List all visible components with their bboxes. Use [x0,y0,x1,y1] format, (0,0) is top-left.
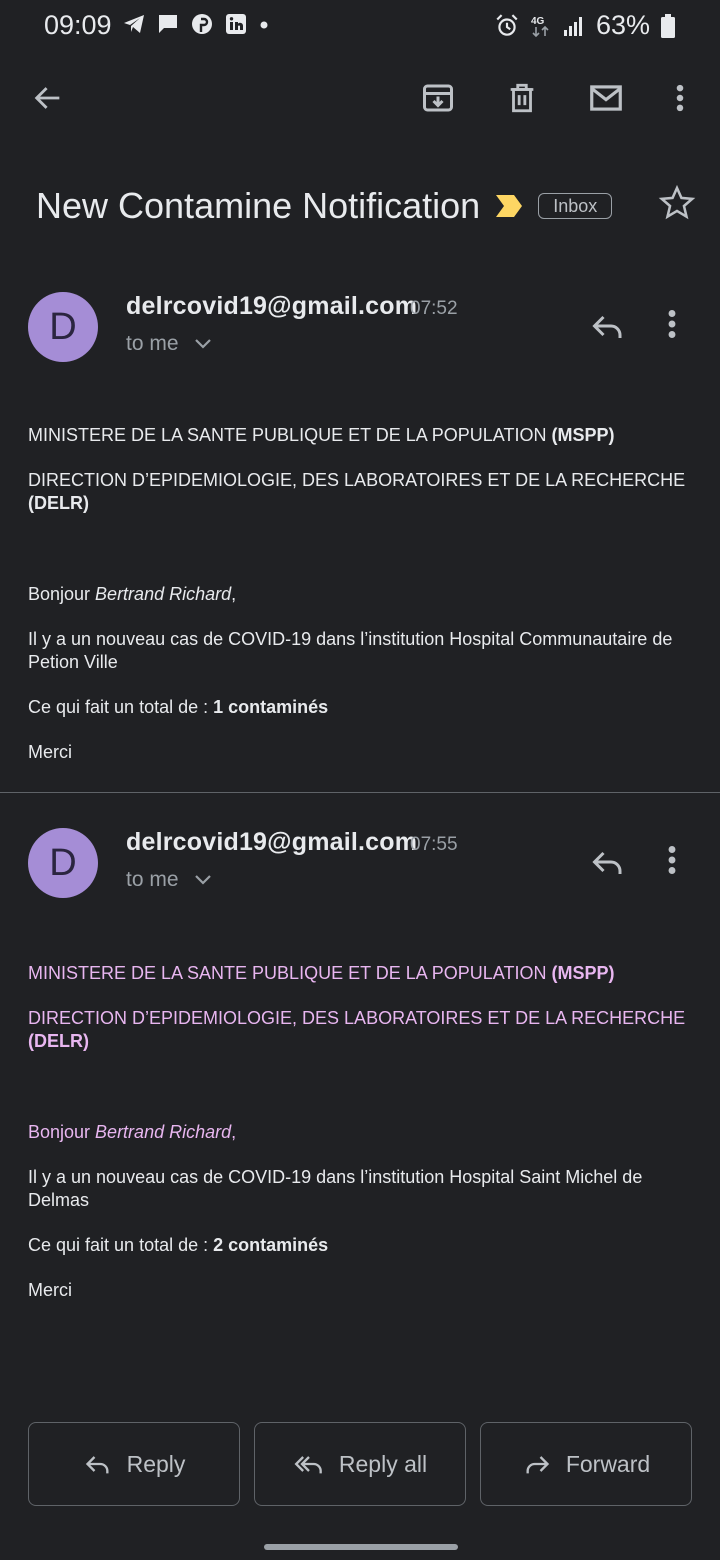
message-body: MINISTERE DE LA SANTE PUBLIQUE ET DE LA … [28,962,692,1302]
signal-icon [563,16,582,36]
status-bar: 09:09 4G 63% [0,0,720,56]
more-vert-icon [668,310,676,338]
recipient-toggle[interactable]: to me [126,332,213,356]
toolbar [0,70,720,134]
status-time: 09:09 [44,10,112,40]
reply-icon [85,1456,109,1474]
message-more-button[interactable] [666,306,678,347]
subject-row: New Contamine Notification Inbox [36,176,696,236]
message-time: 07:55 [410,834,458,855]
chevron-down-icon [194,339,211,349]
sender-email: delrcovid19@gmail.com [126,292,418,320]
sender-email: delrcovid19@gmail.com [126,828,418,856]
forward-icon [526,1456,549,1474]
greeting-line: Bonjour Bertrand Richard, [28,1122,237,1142]
pinterest-icon [192,14,212,34]
recipient-text: to me [126,332,179,355]
recipient-toggle[interactable]: to me [126,868,213,892]
message-divider [0,792,720,793]
message-time: 07:52 [410,298,458,319]
chat-icon [159,15,177,33]
direction-line: DIRECTION D’EPIDEMIOLOGIE, DES LABORATOI… [28,1008,686,1051]
alarm-icon [496,13,518,36]
reply-button[interactable] [588,308,628,349]
reply-all-icon [294,1456,322,1474]
battery-percent: 63% [595,10,650,40]
archive-icon [423,84,453,112]
reply-button[interactable] [588,844,628,885]
case-line: Il y a un nouveau cas de COVID-19 dans l… [28,1167,643,1210]
reply-all-button[interactable]: Reply all [254,1422,466,1506]
total-line: Ce qui fait un total de : 2 contaminés [28,1235,329,1255]
ministry-line: MINISTERE DE LA SANTE PUBLIQUE ET DE LA … [28,963,615,983]
forward-button[interactable]: Forward [480,1422,692,1506]
avatar[interactable]: D [28,292,98,362]
message-header[interactable]: D delrcovid19@gmail.com 07:52 to me [0,292,720,382]
case-line: Il y a un nouveau cas de COVID-19 dans l… [28,629,673,672]
svg-text:4G: 4G [531,16,545,27]
reply-icon [592,851,622,874]
direction-line: DIRECTION D’EPIDEMIOLOGIE, DES LABORATOI… [28,470,686,513]
importance-marker-icon[interactable] [494,193,524,219]
star-icon [658,184,696,220]
star-button[interactable] [658,184,696,227]
action-bar: Reply Reply all Forward [28,1422,692,1508]
closing-line: Merci [28,1280,72,1300]
more-vert-icon [676,84,684,112]
telegram-icon [124,15,144,33]
total-line: Ce qui fait un total de : 1 contaminés [28,697,329,717]
back-button[interactable] [20,70,76,126]
system-icons: 4G 63% [494,10,676,41]
message-more-button[interactable] [666,842,678,883]
message-body: MINISTERE DE LA SANTE PUBLIQUE ET DE LA … [28,424,692,764]
dot-icon [260,21,268,29]
delete-button[interactable] [494,70,550,126]
battery-icon [661,13,675,38]
recipient-text: to me [126,868,179,891]
notification-icons [122,12,270,36]
mark-unread-button[interactable] [578,70,634,126]
mail-icon [590,85,622,111]
ministry-line: MINISTERE DE LA SANTE PUBLIQUE ET DE LA … [28,425,615,445]
reply-all-label: Reply all [338,1450,428,1477]
message-header[interactable]: D delrcovid19@gmail.com 07:55 to me [0,828,720,918]
email-subject: New Contamine Notification [36,185,481,226]
reply-action-button[interactable]: Reply [28,1422,240,1506]
avatar[interactable]: D [28,828,98,898]
reply-label: Reply [126,1450,186,1477]
trash-icon [510,83,534,113]
greeting-line: Bonjour Bertrand Richard, [28,584,237,604]
more-vert-icon [668,846,676,874]
chevron-down-icon [194,875,211,885]
4g-data-icon: 4G [531,16,549,37]
label-badge[interactable]: Inbox [538,193,613,219]
linkedin-icon [226,14,246,34]
back-arrow-icon [34,87,60,109]
archive-button[interactable] [410,70,466,126]
reply-icon [592,315,622,338]
gesture-nav-bar[interactable] [264,1544,458,1550]
more-options-button[interactable] [652,70,708,126]
closing-line: Merci [28,742,72,762]
forward-label: Forward [565,1450,651,1477]
